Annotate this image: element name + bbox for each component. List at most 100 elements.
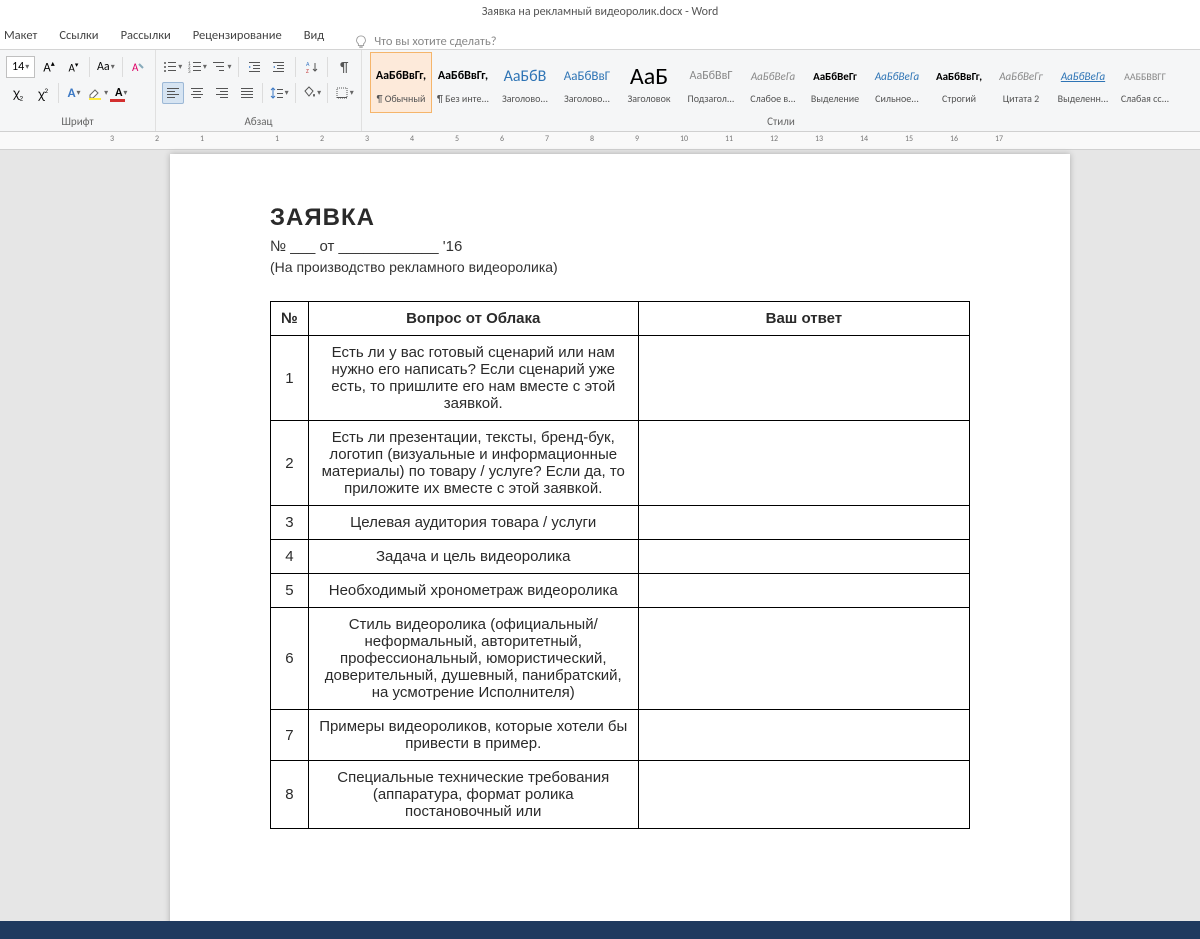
numbering-button[interactable]: 123▾ [187, 56, 209, 78]
horizontal-ruler[interactable]: 3211234567891011121314151617 [0, 132, 1200, 150]
style-item-9[interactable]: АаБбВвГг,Строгий [928, 52, 990, 113]
align-left-button[interactable] [162, 82, 184, 104]
style-item-5[interactable]: АаБбВвГПодзагол... [680, 52, 742, 113]
ruler-tick: 9 [635, 134, 639, 144]
document-workspace: 3211234567891011121314151617 ЗАЯВКА № __… [0, 132, 1200, 939]
style-name: ¶ Без инте... [434, 92, 492, 105]
cell-answer[interactable] [638, 421, 969, 506]
style-sample: АаБбВвГ [690, 60, 733, 92]
col-question: Вопрос от Облака [308, 302, 638, 336]
document-page[interactable]: ЗАЯВКА № ___ от ____________ '16 (На про… [170, 154, 1070, 939]
line-spacing-button[interactable]: ▾ [268, 82, 290, 104]
style-sample: АаБбВвГг, [438, 60, 488, 92]
bottom-bar [0, 921, 1200, 939]
ruler-tick: 5 [455, 134, 459, 144]
cell-question: Есть ли у вас готовый сценарий или нам н… [308, 336, 638, 421]
ruler-tick: 14 [860, 134, 868, 144]
ruler-tick: 17 [995, 134, 1003, 144]
clear-formatting-button[interactable]: A [128, 56, 149, 78]
cell-question: Примеры видеороликов, которые хотели бы … [308, 710, 638, 761]
style-item-6[interactable]: АаБбВеГаСлабое в... [742, 52, 804, 113]
grow-font-button[interactable]: A▴ [38, 56, 59, 78]
doc-subtitle: (На производство рекламного видеоролика) [270, 259, 970, 275]
cell-question: Специальные технические требования (аппа… [308, 761, 638, 829]
shrink-font-button[interactable]: A▾ [63, 56, 84, 78]
cell-number: 4 [271, 540, 309, 574]
cell-answer[interactable] [638, 506, 969, 540]
decorative-clouds [1000, 0, 1200, 60]
sort-button[interactable]: AZ [301, 56, 323, 78]
table-row: 7Примеры видеороликов, которые хотели бы… [271, 710, 970, 761]
font-group-label: Шрифт [6, 113, 149, 131]
tab-layout[interactable]: Макет [4, 24, 37, 49]
cell-question: Есть ли презентации, тексты, бренд-бук, … [308, 421, 638, 506]
style-item-1[interactable]: АаБбВвГг,¶ Без инте... [432, 52, 494, 113]
cell-question: Стиль видеоролика (официальный/неформаль… [308, 608, 638, 710]
style-item-3[interactable]: АаБбВвГЗаголово... [556, 52, 618, 113]
style-item-12[interactable]: ААББВВГГСлабая сс... [1114, 52, 1176, 113]
decrease-indent-button[interactable] [244, 56, 266, 78]
style-item-8[interactable]: АаБбВеГаСильное... [866, 52, 928, 113]
bullets-button[interactable]: ▾ [162, 56, 184, 78]
table-row: 6Стиль видеоролика (официальный/неформал… [271, 608, 970, 710]
style-name: Слабое в... [744, 92, 802, 105]
show-paragraph-marks-button[interactable]: ¶ [333, 56, 355, 78]
cell-number: 8 [271, 761, 309, 829]
cell-answer[interactable] [638, 710, 969, 761]
tell-me-placeholder: Что вы хотите сделать? [374, 34, 496, 49]
tab-mailings[interactable]: Рассылки [121, 24, 171, 49]
cell-answer[interactable] [638, 608, 969, 710]
superscript-button[interactable]: ꭓ2 [33, 82, 53, 104]
ruler-tick: 7 [545, 134, 549, 144]
lightbulb-icon [354, 35, 368, 49]
col-number: № [271, 302, 309, 336]
multilevel-list-button[interactable]: ▾ [211, 56, 233, 78]
cell-answer[interactable] [638, 540, 969, 574]
style-name: Заголовок [620, 92, 678, 105]
borders-button[interactable]: ▾ [333, 82, 355, 104]
style-item-11[interactable]: АаБбВеГаВыделенн... [1052, 52, 1114, 113]
align-right-button[interactable] [211, 82, 233, 104]
style-name: Слабая сс... [1116, 92, 1174, 105]
style-item-7[interactable]: АаБбВеГгВыделение [804, 52, 866, 113]
style-name: Выделенн... [1054, 92, 1112, 105]
cell-answer[interactable] [638, 761, 969, 829]
style-sample: АаБбВеГг [813, 60, 857, 92]
increase-indent-button[interactable] [268, 56, 290, 78]
style-name: Строгий [930, 92, 988, 105]
justify-button[interactable] [236, 82, 258, 104]
change-case-button[interactable]: Aa▾ [95, 56, 116, 78]
font-size-input[interactable]: 14▾ [6, 56, 35, 78]
styles-gallery[interactable]: АаБбВвГг,¶ ОбычныйАаБбВвГг,¶ Без инте...… [368, 52, 1194, 113]
ruler-tick: 1 [275, 134, 279, 144]
cell-number: 2 [271, 421, 309, 506]
style-sample: АаБ [630, 60, 668, 92]
strikethrough-button[interactable]: ꭓ2 [6, 82, 30, 104]
table-row: 2Есть ли презентации, тексты, бренд-бук,… [271, 421, 970, 506]
tell-me-search[interactable]: Что вы хотите сделать? [354, 34, 496, 49]
tab-view[interactable]: Вид [304, 24, 325, 49]
align-center-button[interactable] [187, 82, 209, 104]
ruler-tick: 3 [110, 134, 114, 144]
table-header-row: № Вопрос от Облака Ваш ответ [271, 302, 970, 336]
svg-text:A: A [132, 61, 139, 74]
text-effects-button[interactable]: A▾ [64, 82, 84, 104]
style-item-10[interactable]: АаБбВеГгЦитата 2 [990, 52, 1052, 113]
tab-references[interactable]: Ссылки [59, 24, 98, 49]
doc-heading: ЗАЯВКА [270, 204, 970, 232]
table-row: 1Есть ли у вас готовый сценарий или нам … [271, 336, 970, 421]
ruler-tick: 10 [680, 134, 688, 144]
style-sample: АаБбВвГг, [376, 60, 426, 92]
shading-button[interactable]: ▾ [301, 82, 323, 104]
style-item-0[interactable]: АаБбВвГг,¶ Обычный [370, 52, 432, 113]
style-item-4[interactable]: АаБЗаголовок [618, 52, 680, 113]
style-name: Сильное... [868, 92, 926, 105]
cell-answer[interactable] [638, 574, 969, 608]
style-name: Подзагол... [682, 92, 740, 105]
cell-answer[interactable] [638, 336, 969, 421]
tab-review[interactable]: Рецензирование [193, 24, 282, 49]
highlight-button[interactable]: ▾ [87, 82, 108, 104]
style-sample: АаБбВвГ [564, 60, 611, 92]
ruler-tick: 8 [590, 134, 594, 144]
style-item-2[interactable]: АаБбВЗаголово... [494, 52, 556, 113]
